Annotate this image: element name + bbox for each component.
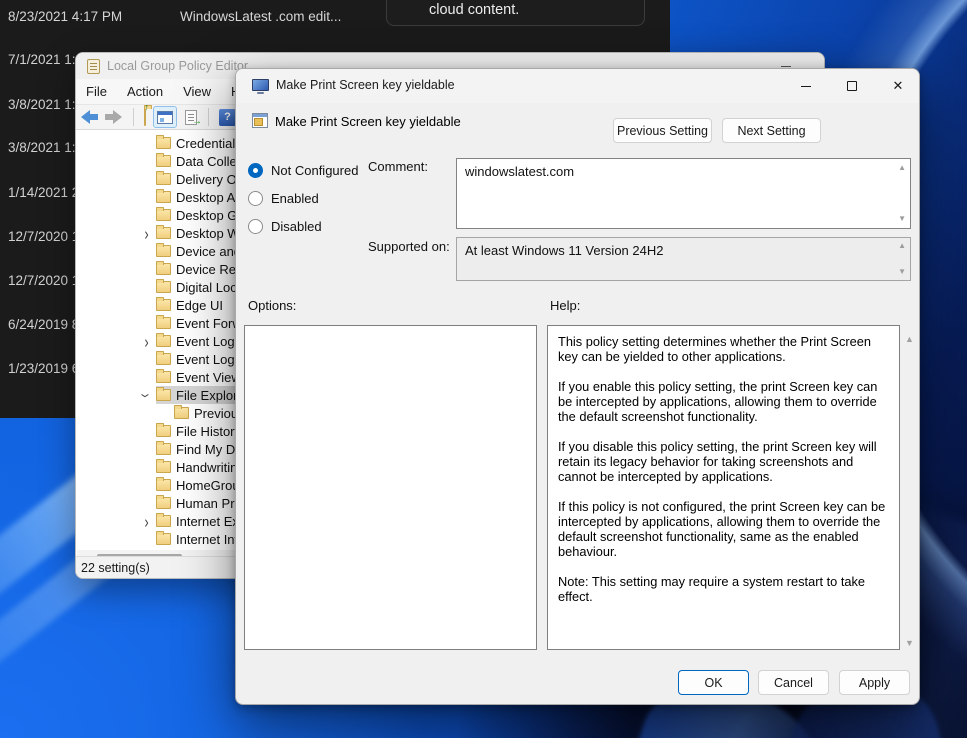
help-label: Help:	[550, 298, 580, 313]
supported-on-label: Supported on:	[368, 239, 450, 254]
folder-icon	[156, 155, 171, 167]
folder-icon	[156, 299, 171, 311]
help-paragraph: Note: This setting may require a system …	[558, 574, 889, 604]
maximize-icon	[847, 81, 857, 91]
folder-icon	[156, 245, 171, 257]
folder-icon	[156, 209, 171, 221]
folder-icon	[156, 515, 171, 527]
minimize-button[interactable]	[786, 71, 826, 101]
folder-icon	[156, 443, 171, 455]
scroll-up-icon[interactable]: ▲	[905, 335, 914, 344]
console-tree-toggle-button[interactable]	[153, 106, 177, 128]
options-panel	[244, 325, 537, 650]
cancel-button[interactable]: Cancel	[758, 670, 829, 695]
file-date[interactable]: 6/24/2019 8	[8, 317, 79, 333]
scroll-down-icon[interactable]: ▼	[898, 215, 906, 223]
folder-icon	[156, 281, 171, 293]
apply-button[interactable]: Apply	[839, 670, 910, 695]
chevron-down-icon[interactable]: ›	[136, 386, 156, 405]
desktop: 8/23/2021 4:17 PM WindowsLatest .com edi…	[0, 0, 967, 738]
dialog-app-icon	[252, 79, 269, 91]
supported-on-value: At least Windows 11 Version 24H2	[465, 243, 663, 258]
folder-icon	[156, 353, 171, 365]
folder-icon	[156, 479, 171, 491]
folder-icon	[156, 371, 171, 383]
file-date[interactable]: 7/1/2021 1:3	[8, 52, 83, 68]
help-paragraph: If you disable this policy setting, the …	[558, 439, 889, 484]
gpedit-app-icon	[87, 59, 100, 74]
close-button[interactable]: ✕	[878, 71, 918, 101]
dialog-titlebar[interactable]: Make Print Screen key yieldable ✕	[236, 69, 919, 103]
close-icon: ✕	[893, 78, 904, 94]
folder-icon	[156, 173, 171, 185]
folder-icon	[156, 425, 171, 437]
scroll-up-icon[interactable]: ▲	[898, 242, 906, 250]
comment-field[interactable]: windowslatest.com ▲ ▼	[456, 158, 911, 229]
scroll-up-icon[interactable]: ▲	[898, 164, 906, 172]
help-paragraph: If you enable this policy setting, the p…	[558, 379, 889, 424]
radio-enabled[interactable]: Enabled	[248, 190, 319, 206]
radio-unchecked-icon[interactable]	[248, 191, 263, 206]
help-button[interactable]: ?	[219, 109, 236, 126]
up-one-level-button[interactable]: ↑	[144, 108, 146, 126]
forward-button[interactable]	[104, 110, 122, 124]
folder-icon	[156, 137, 171, 149]
folder-icon	[156, 335, 171, 347]
console-window-icon	[157, 111, 173, 124]
menu-action[interactable]: Action	[125, 82, 165, 101]
chevron-right-icon[interactable]: ›	[137, 223, 156, 243]
menu-view[interactable]: View	[181, 82, 213, 101]
folder-icon	[156, 461, 171, 473]
up-arrow-icon: ↑	[145, 102, 150, 112]
gpedit-window-title: Local Group Policy Editor	[107, 59, 248, 73]
next-setting-button[interactable]: Next Setting	[722, 118, 821, 143]
policy-setting-heading: Make Print Screen key yieldable	[275, 114, 461, 129]
minimize-icon	[801, 86, 811, 87]
maximize-button[interactable]	[832, 71, 872, 101]
file-date: 8/23/2021 4:17 PM	[8, 9, 122, 24]
tooltip-text: cloud content.	[429, 2, 519, 18]
export-list-button[interactable]: →	[185, 110, 197, 125]
scroll-down-icon[interactable]: ▼	[905, 639, 914, 648]
minimize-icon	[781, 66, 791, 67]
file-date[interactable]: 1/23/2019 6:	[8, 361, 83, 377]
folder-icon	[156, 191, 171, 203]
policy-dialog: Make Print Screen key yieldable ✕ Make P…	[235, 68, 920, 705]
export-arrow-icon: →	[192, 117, 202, 127]
tooltip-box: cloud content.	[386, 0, 645, 26]
toolbar-separator	[133, 108, 134, 126]
folder-icon	[156, 533, 171, 545]
radio-not-configured[interactable]: Not Configured	[248, 162, 358, 178]
file-date[interactable]: 3/8/2021 1:3	[8, 97, 83, 113]
folder-icon	[156, 317, 171, 329]
radio-disabled[interactable]: Disabled	[248, 218, 322, 234]
chevron-right-icon[interactable]: ›	[137, 331, 156, 351]
folder-icon	[174, 407, 189, 419]
scroll-down-icon[interactable]: ▼	[898, 268, 906, 276]
help-panel[interactable]: This policy setting determines whether t…	[547, 325, 900, 650]
radio-checked-icon[interactable]	[248, 163, 263, 178]
toolbar-separator	[208, 108, 209, 126]
help-paragraph: If this policy is not configured, the pr…	[558, 499, 889, 559]
chevron-right-icon[interactable]: ›	[137, 511, 156, 531]
supported-on-field: At least Windows 11 Version 24H2 ▲ ▼	[456, 237, 911, 281]
folder-icon	[156, 227, 171, 239]
comment-value: windowslatest.com	[465, 164, 574, 179]
menu-file[interactable]: File	[84, 82, 109, 101]
folder-icon	[156, 263, 171, 275]
dialog-title: Make Print Screen key yieldable	[276, 78, 455, 92]
file-name: WindowsLatest .com edit...	[180, 9, 341, 24]
radio-unchecked-icon[interactable]	[248, 219, 263, 234]
comment-label: Comment:	[368, 159, 428, 174]
ok-button[interactable]: OK	[678, 670, 749, 695]
status-text: 22 setting(s)	[81, 561, 150, 575]
back-button[interactable]	[81, 110, 99, 124]
help-paragraph: This policy setting determines whether t…	[558, 334, 889, 364]
folder-icon	[156, 497, 171, 509]
policy-setting-icon	[252, 113, 268, 128]
folder-icon	[156, 389, 171, 401]
previous-setting-button[interactable]: Previous Setting	[613, 118, 712, 143]
options-label: Options:	[248, 298, 296, 313]
